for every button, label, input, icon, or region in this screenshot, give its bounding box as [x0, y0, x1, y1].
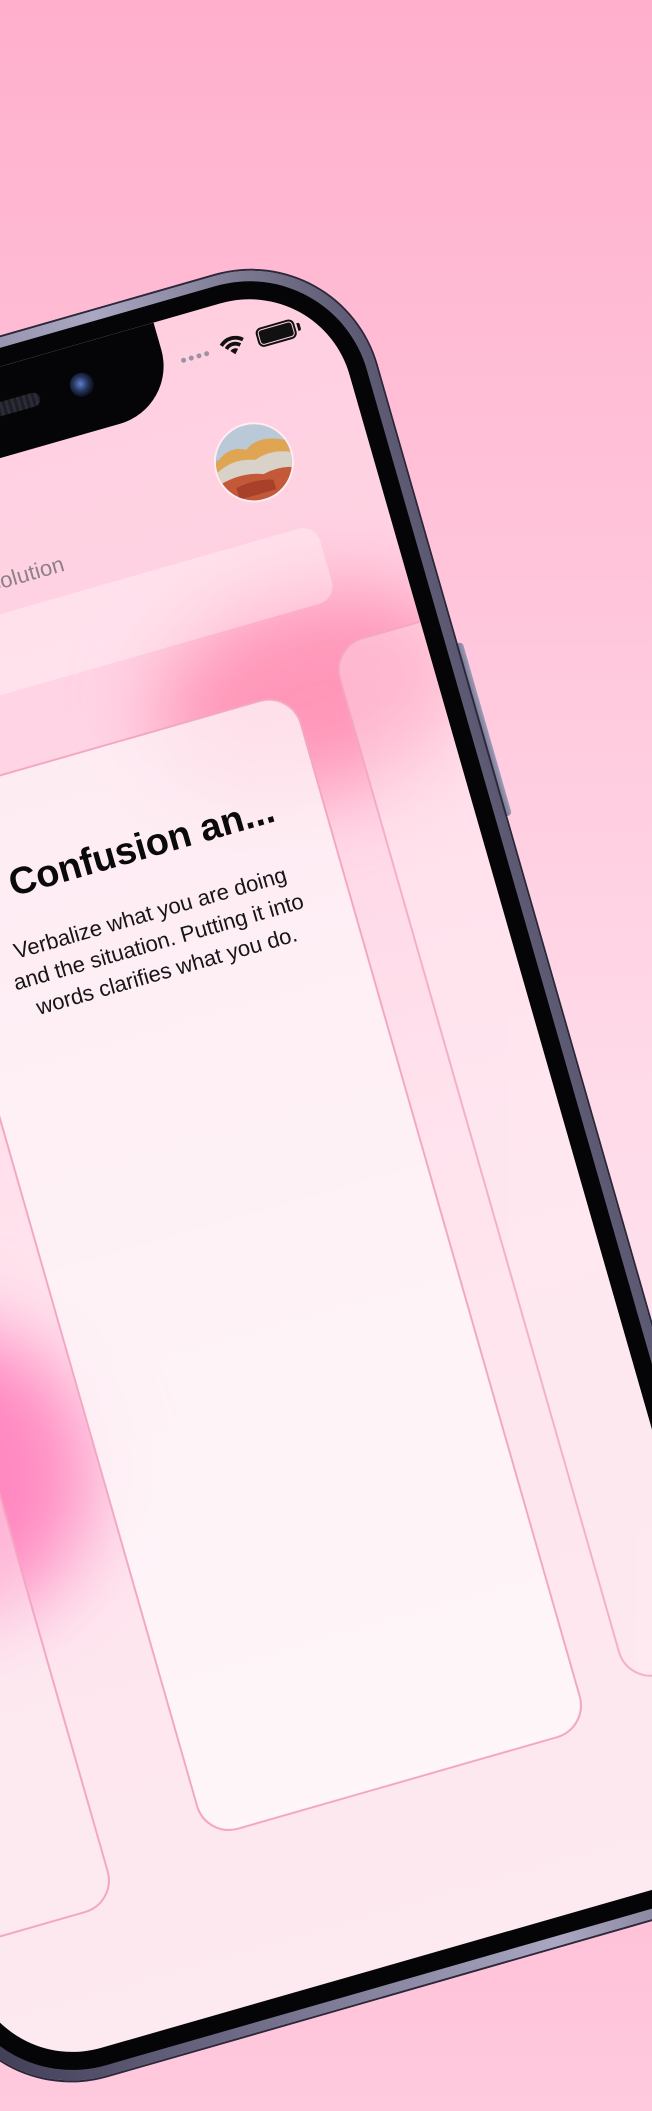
signal-icon [180, 350, 210, 363]
profile-avatar[interactable] [206, 415, 301, 510]
wifi-icon [218, 332, 249, 358]
battery-icon [254, 318, 302, 349]
app-screen: atured solution Confusion an... Verbaliz… [0, 274, 652, 2077]
speaker-grille [0, 391, 42, 452]
status-bar [178, 318, 302, 370]
front-camera [67, 369, 97, 400]
phone-mockup: atured solution Confusion an... Verbaliz… [0, 240, 652, 2111]
